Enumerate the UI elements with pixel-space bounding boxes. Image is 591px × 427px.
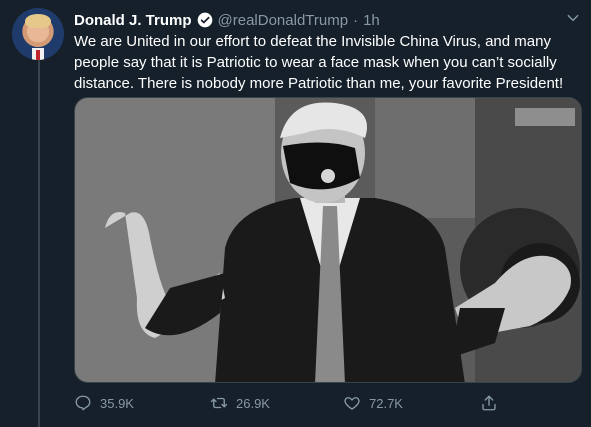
author-name[interactable]: Donald J. Trump xyxy=(74,12,192,29)
avatar-tie xyxy=(36,50,40,60)
retweet-count: 26.9K xyxy=(236,395,270,411)
share-button[interactable] xyxy=(480,394,498,412)
verified-badge-icon xyxy=(197,12,212,28)
reply-button[interactable]: 35.9K xyxy=(74,394,134,412)
thread-line xyxy=(38,56,40,427)
chevron-down-icon[interactable] xyxy=(566,11,580,25)
reply-count: 35.9K xyxy=(100,395,134,411)
author-handle[interactable]: @realDonaldTrump xyxy=(218,12,349,29)
retweet-button[interactable]: 26.9K xyxy=(210,394,270,412)
tweet-text: We are United in our effort to defeat th… xyxy=(74,33,564,92)
like-button[interactable]: 72.7K xyxy=(343,394,403,412)
retweet-icon xyxy=(210,397,228,409)
like-count: 72.7K xyxy=(369,395,403,411)
tweet-time[interactable]: 1h xyxy=(363,12,380,29)
photo-illustration xyxy=(75,98,581,382)
tweet-header: Donald J. Trump @realDonaldTrump · 1h xyxy=(74,10,380,30)
tweet-actions: 35.9K 26.9K 72.7K xyxy=(74,394,504,414)
header-separator: · xyxy=(353,11,359,29)
avatar-hair xyxy=(25,14,51,28)
reply-icon xyxy=(75,395,91,411)
heart-icon xyxy=(344,397,360,410)
avatar[interactable] xyxy=(12,8,64,60)
share-icon xyxy=(482,395,496,411)
tweet-photo[interactable] xyxy=(74,97,582,383)
